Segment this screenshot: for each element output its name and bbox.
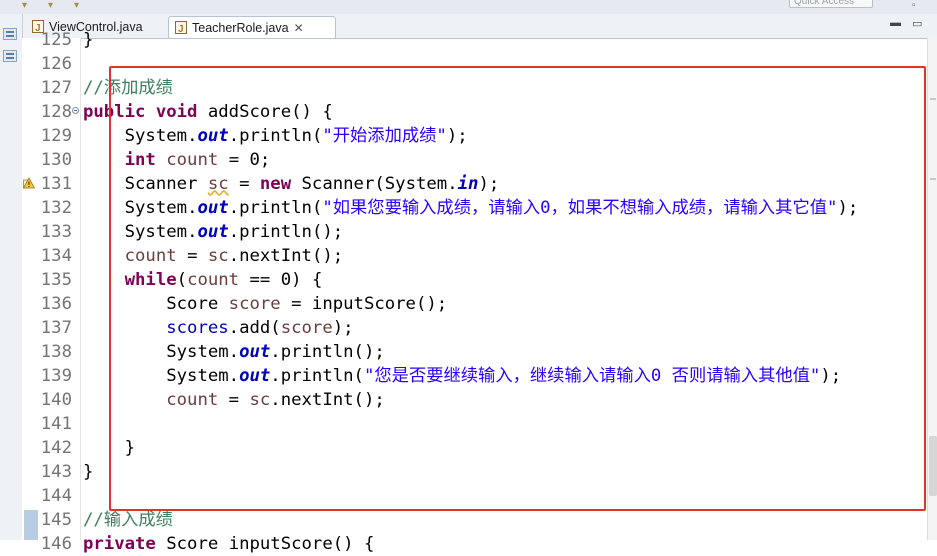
editor-tab-bar: ViewControl.java TeacherRole.java✕ ▬ ▭ (22, 14, 937, 41)
line-number: 128 (40, 102, 72, 122)
tab-label: TeacherRole.java (192, 21, 289, 35)
line-number: 129 (40, 126, 72, 146)
code-line[interactable]: Scanner sc = new Scanner(System.in); (83, 172, 500, 196)
overview-mark[interactable] (930, 178, 936, 180)
code-line[interactable]: count = sc.nextInt(); (83, 388, 385, 412)
code-line[interactable]: } (83, 460, 93, 484)
open-perspective-icon[interactable]: ▫ (912, 0, 916, 11)
code-line[interactable]: System.out.println("开始添加成绩"); (83, 124, 468, 148)
collapse-icon[interactable] (72, 107, 79, 114)
code-line[interactable]: scores.add(score); (83, 316, 353, 340)
tab-teacher-role[interactable]: TeacherRole.java ✕ (168, 16, 336, 41)
overview-ruler[interactable] (927, 38, 937, 540)
code-line[interactable]: System.out.println("如果您要输入成绩，请输入0，如果不想输入… (83, 196, 859, 220)
left-trim-bar (0, 14, 23, 540)
line-number: 140 (40, 390, 72, 410)
toolbar-icon[interactable]: ▾ (22, 0, 27, 11)
code-line[interactable]: int count = 0; (83, 148, 271, 172)
scrollbar-thumb[interactable] (929, 436, 937, 496)
code-line[interactable]: System.out.println("您是否要继续输入，继续输入请输入0 否则… (83, 364, 841, 388)
line-number: 138 (40, 342, 72, 362)
line-number: 134 (40, 246, 72, 266)
line-number: 133 (40, 222, 72, 242)
line-number: 142 (40, 438, 72, 458)
line-number: 141 (40, 414, 72, 434)
toolbar-icon[interactable]: ▾ (74, 0, 79, 11)
minimize-icon[interactable]: ▬ (890, 17, 901, 29)
toolbar-icon[interactable]: ▾ (48, 0, 53, 11)
line-number: 125 (40, 30, 72, 50)
warning-icon[interactable] (23, 177, 35, 189)
restore-view-icon[interactable] (3, 28, 17, 40)
code-line[interactable]: Score score = inputScore(); (83, 292, 447, 316)
code-line[interactable]: } (83, 28, 93, 52)
code-line[interactable]: System.out.println(); (83, 220, 344, 244)
line-number: 139 (40, 366, 72, 386)
line-number: 127 (40, 78, 72, 98)
maximize-icon[interactable]: ▭ (912, 17, 922, 30)
line-number: 136 (40, 294, 72, 314)
line-number: 137 (40, 318, 72, 338)
code-line[interactable]: public void addScore() { (83, 100, 333, 124)
code-line[interactable]: System.out.println(); (83, 340, 385, 364)
code-line[interactable]: private Score inputScore() { (83, 532, 374, 556)
code-line[interactable] (83, 412, 166, 436)
quick-access-input[interactable]: Quick Access (789, 0, 873, 8)
line-number: 144 (40, 486, 72, 506)
close-icon[interactable]: ✕ (294, 21, 304, 35)
line-number: 132 (40, 198, 72, 218)
current-line-marker (24, 510, 38, 540)
code-line[interactable]: } (83, 436, 135, 460)
line-number: 143 (40, 462, 72, 482)
ruler-divider (80, 38, 81, 540)
line-number: 126 (40, 54, 72, 74)
line-number: 130 (40, 150, 72, 170)
overview-mark[interactable] (930, 98, 936, 100)
line-number: 135 (40, 270, 72, 290)
code-line[interactable]: count = sc.nextInt(); (83, 244, 344, 268)
toolbar-strip: ▾ ▾ ▾ Quick Access ▫ (0, 0, 937, 15)
code-line[interactable]: while(count == 0) { (83, 268, 323, 292)
java-file-icon (175, 19, 187, 41)
package-explorer-icon[interactable] (3, 50, 17, 62)
code-line[interactable]: //添加成绩 (83, 76, 173, 100)
code-line[interactable]: //输入成绩 (83, 508, 173, 532)
